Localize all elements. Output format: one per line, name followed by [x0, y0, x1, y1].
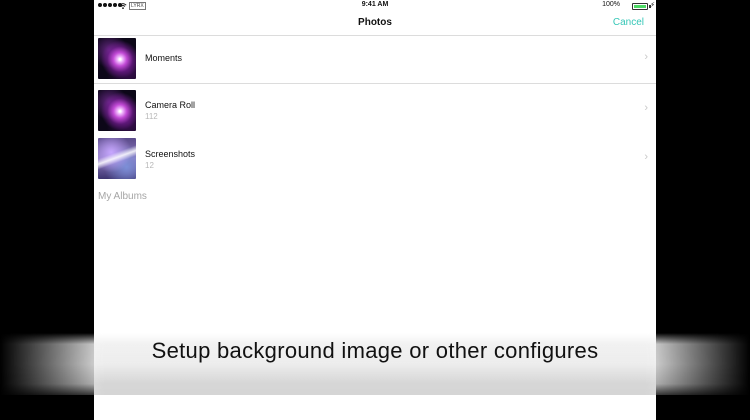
- album-title: Screenshots: [145, 149, 196, 159]
- navigation-bar: Photos Cancel: [94, 12, 656, 36]
- battery-percent: 100%: [602, 1, 620, 8]
- divider: [94, 83, 656, 84]
- stage: LYRX 9:41 AM 100% ⚡ Photos Cancel Moment…: [0, 0, 750, 420]
- battery-icon: [632, 3, 648, 10]
- section-header-my-albums: My Albums: [98, 191, 147, 202]
- status-time: 9:41 AM: [361, 1, 389, 8]
- album-row-camera-roll[interactable]: Camera Roll 112 ›: [94, 88, 656, 134]
- status-bar: LYRX 9:41 AM 100% ⚡: [94, 0, 656, 12]
- album-thumbnail: [98, 138, 136, 179]
- chevron-right-icon: ›: [644, 51, 648, 63]
- chevron-right-icon: ›: [644, 102, 648, 114]
- album-row-moments[interactable]: Moments ›: [94, 36, 656, 82]
- album-row-screenshots[interactable]: Screenshots 12 ›: [94, 136, 656, 182]
- caption-text: Setup background image or other configur…: [151, 338, 599, 363]
- page-title: Photos: [358, 17, 392, 28]
- album-thumbnail: [98, 90, 136, 131]
- charging-bolt-icon: ⚡: [650, 2, 655, 9]
- album-count: 12: [145, 161, 154, 170]
- album-thumbnail: [98, 38, 136, 79]
- album-title: Camera Roll: [145, 100, 196, 110]
- album-title: Moments: [145, 53, 183, 63]
- album-count: 112: [145, 112, 158, 121]
- cancel-button[interactable]: Cancel: [613, 17, 644, 28]
- chevron-right-icon: ›: [644, 151, 648, 163]
